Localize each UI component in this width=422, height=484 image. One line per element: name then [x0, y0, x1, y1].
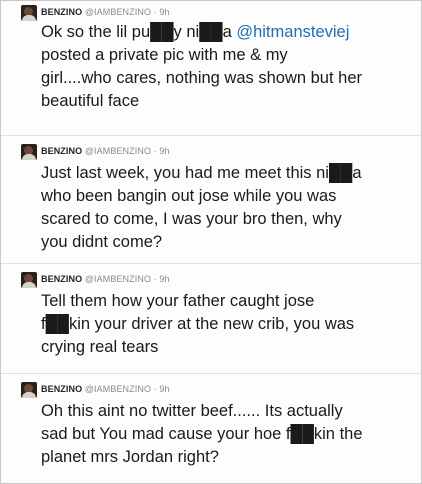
- tweet-header: BENZINO @IAMBENZINO · 9h: [41, 7, 170, 17]
- author-name[interactable]: BENZINO: [41, 274, 82, 284]
- tweet-text-part: Ok so the lil pu██y ni██a: [41, 23, 237, 41]
- author-handle[interactable]: @IAMBENZINO: [85, 146, 151, 156]
- meta-separator: ·: [153, 384, 157, 394]
- tweet-text-part: posted a private pic with me & my girl..…: [41, 46, 363, 110]
- tweet-timestamp[interactable]: 9h: [159, 7, 169, 17]
- tweet-timestamp[interactable]: 9h: [159, 384, 169, 394]
- author-handle[interactable]: @IAMBENZINO: [85, 7, 151, 17]
- tweet-header: BENZINO @IAMBENZINO · 9h: [41, 274, 170, 284]
- tweet-timestamp[interactable]: 9h: [159, 146, 169, 156]
- tweet[interactable]: BENZINO @IAMBENZINO · 9h Tell them how y…: [1, 263, 421, 356]
- meta-separator: ·: [153, 146, 157, 156]
- tweet[interactable]: BENZINO @IAMBENZINO · 9h Oh this aint no…: [1, 373, 421, 466]
- avatar[interactable]: [21, 382, 37, 398]
- author-name[interactable]: BENZINO: [41, 384, 82, 394]
- author-name[interactable]: BENZINO: [41, 7, 82, 17]
- tweet-text: Just last week, you had me meet this ni█…: [41, 164, 362, 251]
- author-name[interactable]: BENZINO: [41, 146, 82, 156]
- tweet-list: BENZINO @IAMBENZINO · 9h Ok so the lil p…: [0, 0, 422, 484]
- meta-separator: ·: [153, 7, 157, 17]
- tweet-header: BENZINO @IAMBENZINO · 9h: [41, 384, 170, 394]
- avatar[interactable]: [21, 144, 37, 160]
- tweet-text: Ok so the lil pu██y ni██a @hitmansteviej…: [41, 21, 417, 113]
- tweet-text: Oh this aint no twitter beef...... Its a…: [41, 402, 363, 466]
- avatar[interactable]: [21, 272, 37, 288]
- tweet-header: BENZINO @IAMBENZINO · 9h: [41, 146, 170, 156]
- mention-link[interactable]: @hitmansteviej: [236, 23, 349, 41]
- author-handle[interactable]: @IAMBENZINO: [85, 384, 151, 394]
- tweet[interactable]: BENZINO @IAMBENZINO · 9h Just last week,…: [1, 135, 421, 251]
- avatar[interactable]: [21, 5, 37, 21]
- tweet-text: Tell them how your father caught jose f█…: [41, 292, 355, 356]
- meta-separator: ·: [153, 274, 157, 284]
- author-handle[interactable]: @IAMBENZINO: [85, 274, 151, 284]
- tweet-timestamp[interactable]: 9h: [159, 274, 169, 284]
